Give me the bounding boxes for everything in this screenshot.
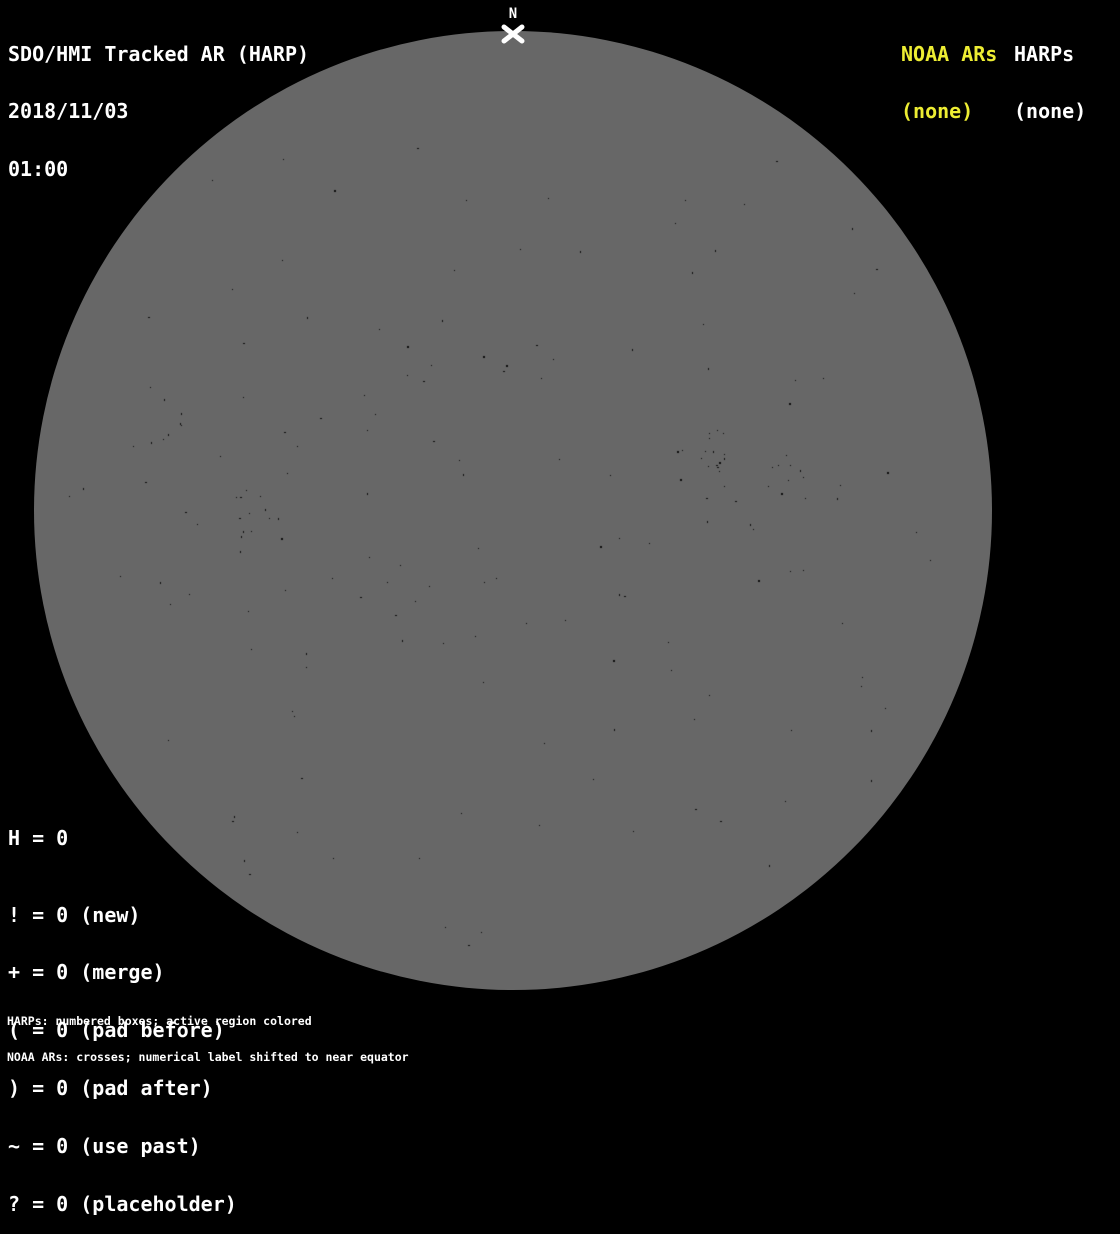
legend-item-pad-after: ) = 0 (pad after) [8,1076,213,1101]
observation-time: 01:00 [8,157,69,182]
noaa-ars-value: (none) [901,99,974,124]
footer-harps-caption: HARPs: numbered boxes; active region col… [7,1013,312,1028]
noaa-ars-label: NOAA ARs [901,41,998,66]
legend-item-placeholder: ? = 0 (placeholder) [8,1192,237,1217]
footer-captions: HARPs: numbered boxes; active region col… [7,990,409,1076]
legend-item-use-past: ~ = 0 (use past) [8,1134,201,1159]
harps-status: HARPs (none) [1014,6,1086,141]
page-title: SDO/HMI Tracked AR (HARP) [8,41,310,66]
legend-item-new: ! = 0 (new) [8,902,141,927]
noaa-ars-status: NOAA ARs (none) [901,6,997,141]
title-block: SDO/HMI Tracked AR (HARP) 2018/11/03 01:… [8,6,309,199]
harp-count: H = 0 [8,826,69,850]
north-pole-x-cross-icon [501,24,525,44]
north-direction-label: N [508,6,518,22]
legend-item-merge: + = 0 (merge) [8,960,165,985]
footer-noaa-caption: NOAA ARs: crosses; numerical label shift… [7,1050,409,1065]
harps-value: (none) [1014,99,1087,124]
harps-label: HARPs [1014,41,1075,66]
observation-date: 2018/11/03 [8,99,129,124]
